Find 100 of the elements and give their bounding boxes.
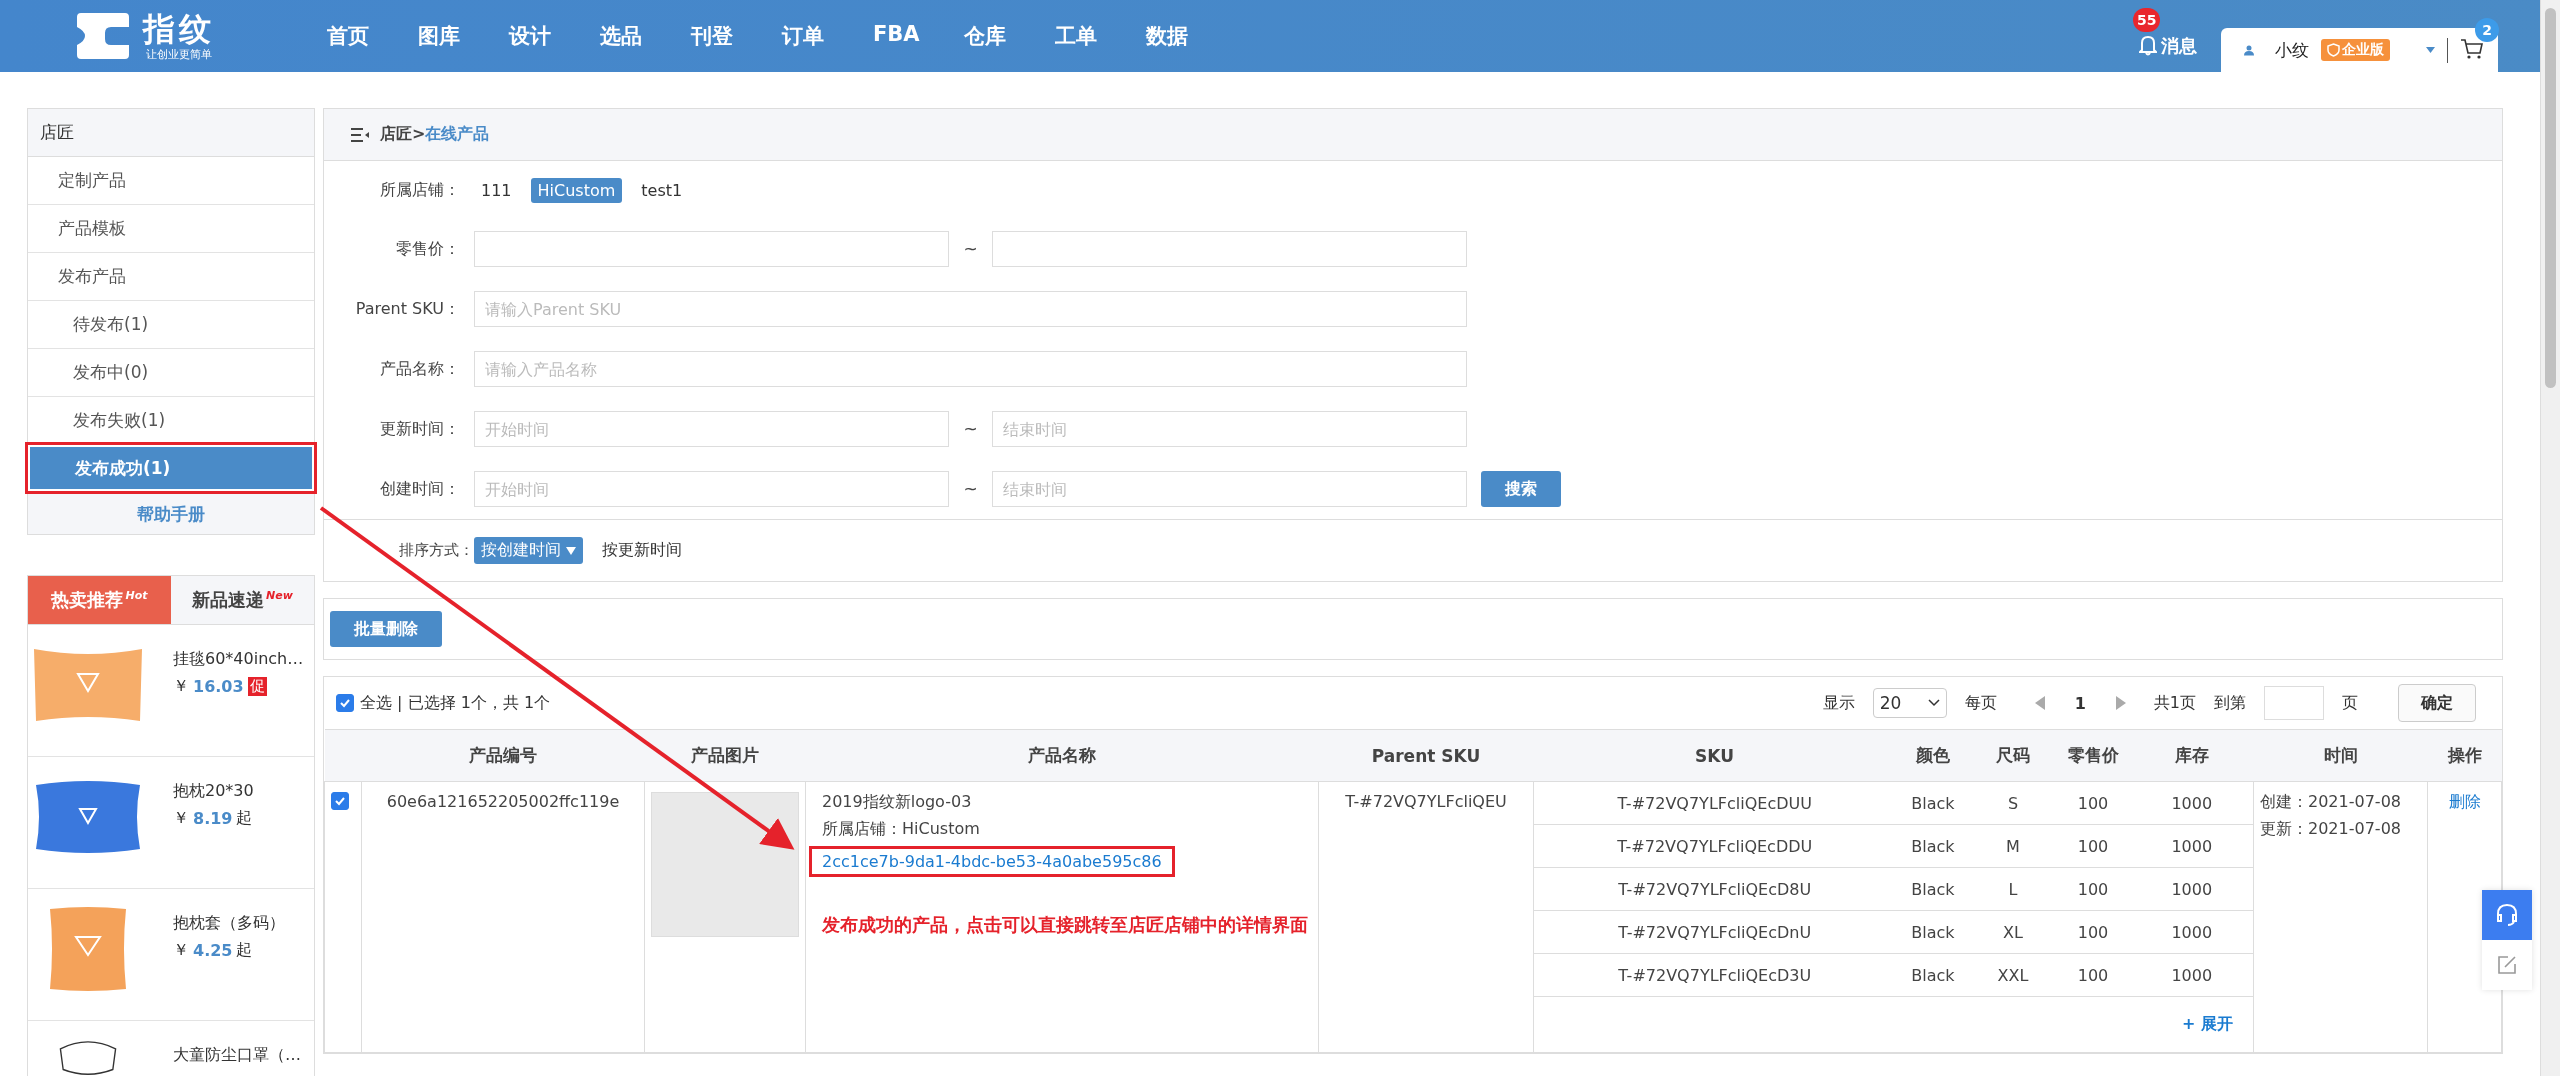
confirm-button[interactable]: 确定 [2398, 684, 2476, 722]
product-name: 大童防尘口罩（… [173, 1045, 302, 1066]
input-field[interactable]: 开始时间 [474, 471, 949, 507]
headset-icon [2494, 902, 2520, 928]
row-checkbox[interactable] [331, 792, 349, 810]
promo-tab[interactable]: 新品速递$^{New}$ [171, 576, 314, 624]
logo-icon [75, 11, 131, 61]
input-field[interactable]: 结束时间 [992, 471, 1467, 507]
page-input[interactable] [2264, 686, 2324, 720]
sort-option[interactable]: 按创建时间 [474, 537, 583, 564]
nav-link[interactable]: 图库 [418, 22, 509, 50]
nav-link[interactable]: FBA [873, 22, 964, 50]
page-size-select[interactable]: 20 [1872, 688, 1947, 718]
check-icon [339, 697, 351, 709]
dropdown-caret-icon[interactable] [2426, 44, 2435, 56]
column-header: 颜色 [1895, 729, 1971, 782]
table-cell: S [2007, 793, 2019, 813]
pager-label: 页 [2342, 692, 2358, 714]
field-label: 排序方式： [398, 541, 474, 560]
table-cell: Black [1911, 793, 1955, 813]
input-field[interactable] [474, 231, 949, 267]
table-cell: 1000 [2171, 965, 2213, 985]
page-number[interactable]: 1 [2062, 693, 2098, 713]
chevron-down-icon [1927, 699, 1940, 707]
column-header: 尺码 [1970, 729, 2056, 782]
input-field[interactable]: 结束时间 [992, 411, 1467, 447]
help-link[interactable]: 帮助手册 [28, 494, 314, 534]
store-option[interactable]: 111 [474, 177, 519, 203]
search-button[interactable]: 搜索 [1481, 471, 1561, 507]
column-header: 零售价 [2055, 729, 2131, 782]
range-separator: ~ [962, 479, 979, 499]
sort-option[interactable]: 按更新时间 [595, 537, 689, 564]
nav-link[interactable]: 首页 [327, 22, 418, 50]
table-cell: T-#72VQ7YLFcliQEcDDU [1617, 836, 1813, 856]
field-label: 零售价： [395, 238, 461, 260]
column-header: 产品编号 [361, 729, 645, 782]
nav-link[interactable]: 工单 [1055, 22, 1146, 50]
nav-link[interactable]: 设计 [509, 22, 600, 50]
edition-badge: 企业版 [2321, 39, 2390, 61]
pager-label: 每页 [1964, 692, 1997, 714]
input-field[interactable]: 请输入Parent SKU [474, 291, 1467, 327]
count-badge: 2 [2475, 17, 2499, 42]
column-header: 操作 [2427, 729, 2502, 782]
table-cell: T-#72VQ7YLFcliQEcD8U [1618, 879, 1812, 899]
pager-label: 显示 [1822, 692, 1855, 714]
store-option[interactable]: HiCustom [530, 177, 623, 203]
expand-link[interactable]: + 展开 [2182, 1014, 2233, 1033]
column-header: SKU [1533, 729, 1896, 782]
input-field[interactable]: 开始时间 [474, 411, 949, 447]
nav-link[interactable]: 选品 [600, 22, 691, 50]
column-header: 产品图片 [644, 729, 806, 782]
menu-icon[interactable] [350, 126, 370, 143]
sidebar-item[interactable]: 发布成功(1) [30, 447, 312, 489]
check-icon [334, 795, 346, 807]
created-time: 创建：2021-07-08 [2260, 792, 2402, 813]
promo-tab[interactable]: 热卖推荐$^{Hot}$ [28, 576, 171, 624]
field-label: 更新时间： [379, 418, 461, 440]
field-label: 产品名称： [379, 358, 461, 380]
table-cell: 60e6a121652205002ffc119e [386, 792, 620, 811]
table-cell: 1000 [2171, 922, 2213, 942]
edit-button[interactable] [2482, 940, 2532, 990]
caret-icon [566, 546, 576, 555]
column-header: Parent SKU [1318, 729, 1534, 782]
previous-icon[interactable] [2034, 696, 2045, 710]
table-cell: 100 [2077, 922, 2109, 942]
range-separator: ~ [962, 239, 979, 259]
column-header: 库存 [2130, 729, 2254, 782]
nav-link[interactable]: 刊登 [691, 22, 782, 50]
table-cell: Black [1911, 965, 1955, 985]
table-cell: L [2008, 879, 2018, 899]
checkbox[interactable] [336, 694, 354, 712]
edit-icon [2496, 954, 2518, 976]
field-label: Parent SKU： [354, 298, 461, 320]
table-cell: 1000 [2171, 836, 2213, 856]
table-cell: Black [1911, 879, 1955, 899]
user-name: 小纹 [2275, 38, 2309, 62]
product-link[interactable]: 2cc1ce7b-9da1-4bdc-be53-4a0abe595c86 [809, 846, 1175, 877]
pager-label: 共1页 [2153, 692, 2196, 714]
count-badge: 55 [2133, 8, 2161, 32]
updated-time: 更新：2021-07-08 [2260, 819, 2402, 840]
nav-link[interactable]: 数据 [1146, 22, 1237, 50]
nav-link[interactable]: 仓库 [964, 22, 1055, 50]
table-cell: 100 [2077, 836, 2109, 856]
input-field[interactable]: 请输入产品名称 [474, 351, 1467, 387]
store-option[interactable]: test1 [634, 177, 690, 203]
product-price: ￥ 8.19 起 [173, 808, 254, 829]
table-cell: T-#72VQ7YLFcliQEcDUU [1617, 793, 1812, 813]
table-cell: Black [1911, 922, 1955, 942]
sidebar-title: 店匠 [28, 109, 314, 157]
delete-link[interactable]: 删除 [2448, 792, 2481, 811]
batch-delete-button[interactable]: 批量删除 [330, 611, 442, 647]
table-cell: 1000 [2171, 793, 2213, 813]
column-header: 产品名称 [805, 729, 1319, 782]
annotation-text: 发布成功的产品，点击可以直接跳转至店匠店铺中的详情界面 [822, 913, 1308, 937]
input-field[interactable] [992, 231, 1467, 267]
column-header: 时间 [2253, 729, 2428, 782]
support-button[interactable] [2482, 890, 2532, 940]
messages-button[interactable]: 消息 [2139, 34, 2197, 58]
nav-link[interactable]: 订单 [782, 22, 873, 50]
next-icon[interactable] [2115, 696, 2126, 710]
